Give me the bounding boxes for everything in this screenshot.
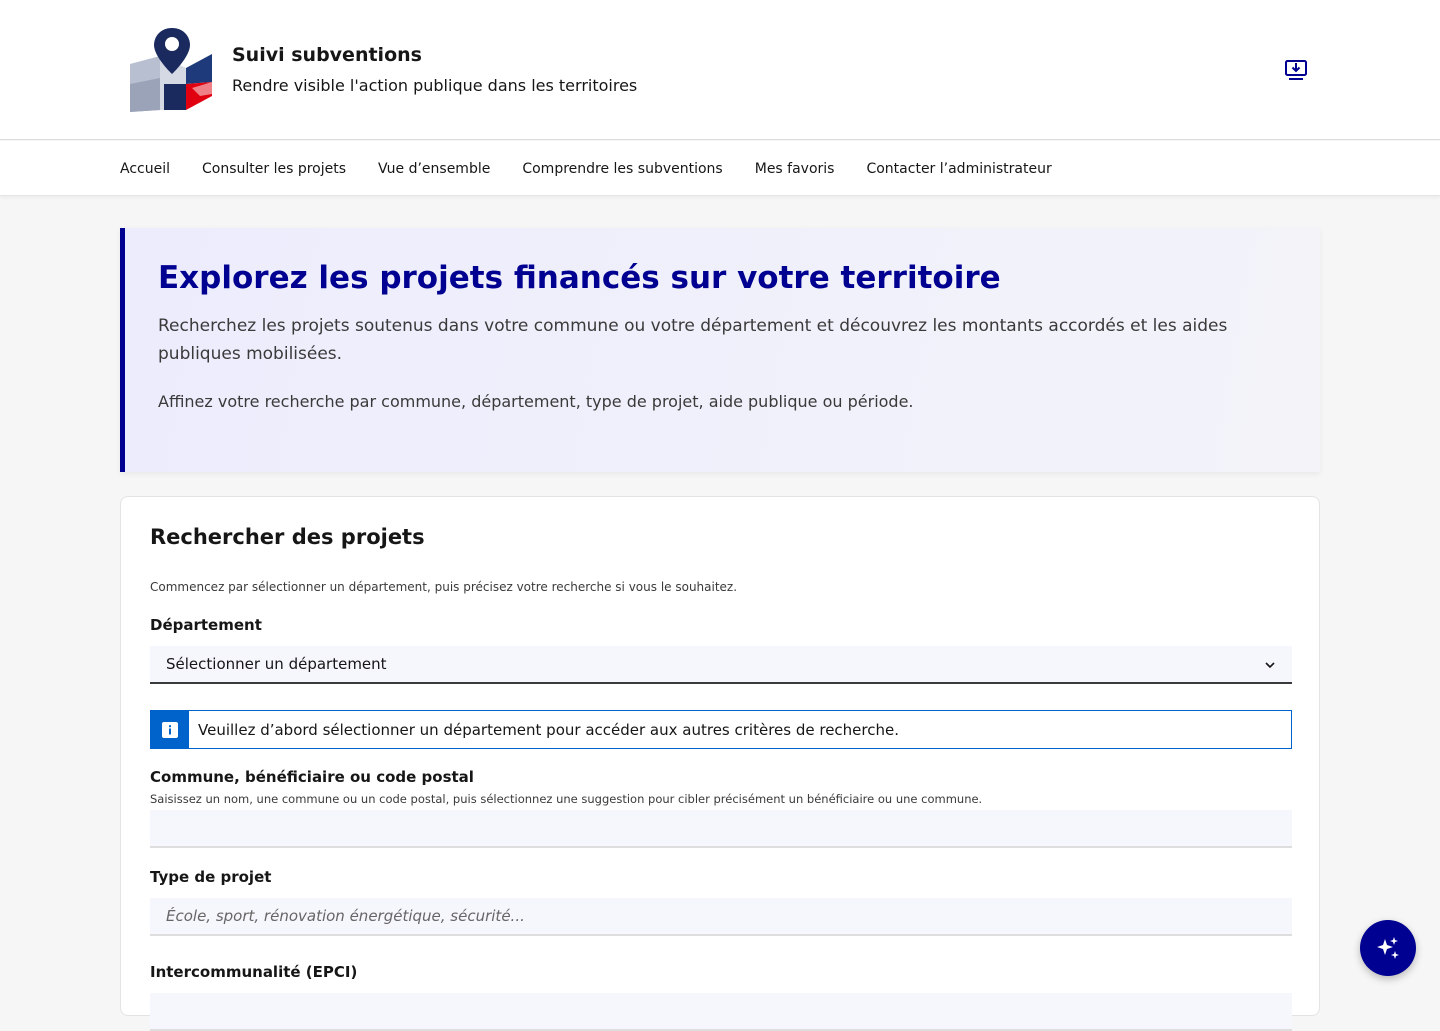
departement-label: Département	[150, 616, 262, 634]
info-alert: Veuillez d’abord sélectionner un départe…	[150, 710, 1292, 749]
download-install-icon[interactable]	[1281, 56, 1311, 84]
info-alert-text: Veuillez d’abord sélectionner un départe…	[198, 720, 899, 739]
chevron-down-icon	[1264, 655, 1276, 673]
epci-label: Intercommunalité (EPCI)	[150, 963, 358, 981]
sparkles-ai-icon[interactable]	[1360, 920, 1416, 976]
nav-item-contacter-administrateur[interactable]: Contacter l’administrateur	[866, 161, 1051, 177]
site-title[interactable]: Suivi subventions	[232, 44, 422, 66]
nav-item-vue-ensemble[interactable]: Vue d’ensemble	[378, 161, 490, 177]
hero-description: Recherchez les projets soutenus dans vot…	[158, 316, 1228, 364]
commune-hint: Saisissez un nom, une commune ou un code…	[150, 792, 983, 806]
site-header: Suivi subventions Rendre visible l'actio…	[0, 0, 1440, 140]
departement-selected-value: Sélectionner un département	[166, 655, 387, 673]
type-projet-label: Type de projet	[150, 868, 272, 886]
commune-input[interactable]	[150, 810, 1292, 848]
type-projet-input[interactable]	[150, 898, 1292, 936]
nav-item-accueil[interactable]: Accueil	[120, 161, 170, 177]
hero-banner: Explorez les projets financés sur votre …	[120, 228, 1320, 472]
epci-input[interactable]	[150, 993, 1292, 1031]
hero-hint: Affinez votre recherche par commune, dép…	[158, 392, 914, 411]
main-navigation: Accueil Consulter les projets Vue d’ense…	[0, 141, 1440, 196]
departement-select[interactable]: Sélectionner un département	[150, 646, 1292, 684]
search-title: Rechercher des projets	[150, 525, 425, 549]
hero-title: Explorez les projets financés sur votre …	[158, 260, 1001, 296]
search-card: Rechercher des projets Commencez par sél…	[120, 496, 1320, 1031]
nav-item-mes-favoris[interactable]: Mes favoris	[755, 161, 835, 177]
info-icon	[150, 710, 189, 749]
nav-item-comprendre-subventions[interactable]: Comprendre les subventions	[522, 161, 722, 177]
search-intro: Commencez par sélectionner un départemen…	[150, 580, 738, 594]
site-tagline: Rendre visible l'action publique dans le…	[232, 76, 638, 95]
commune-label: Commune, bénéficiaire ou code postal	[150, 768, 474, 786]
map-pin-logo-icon[interactable]	[120, 24, 216, 114]
nav-item-consulter-projets[interactable]: Consulter les projets	[202, 161, 346, 177]
